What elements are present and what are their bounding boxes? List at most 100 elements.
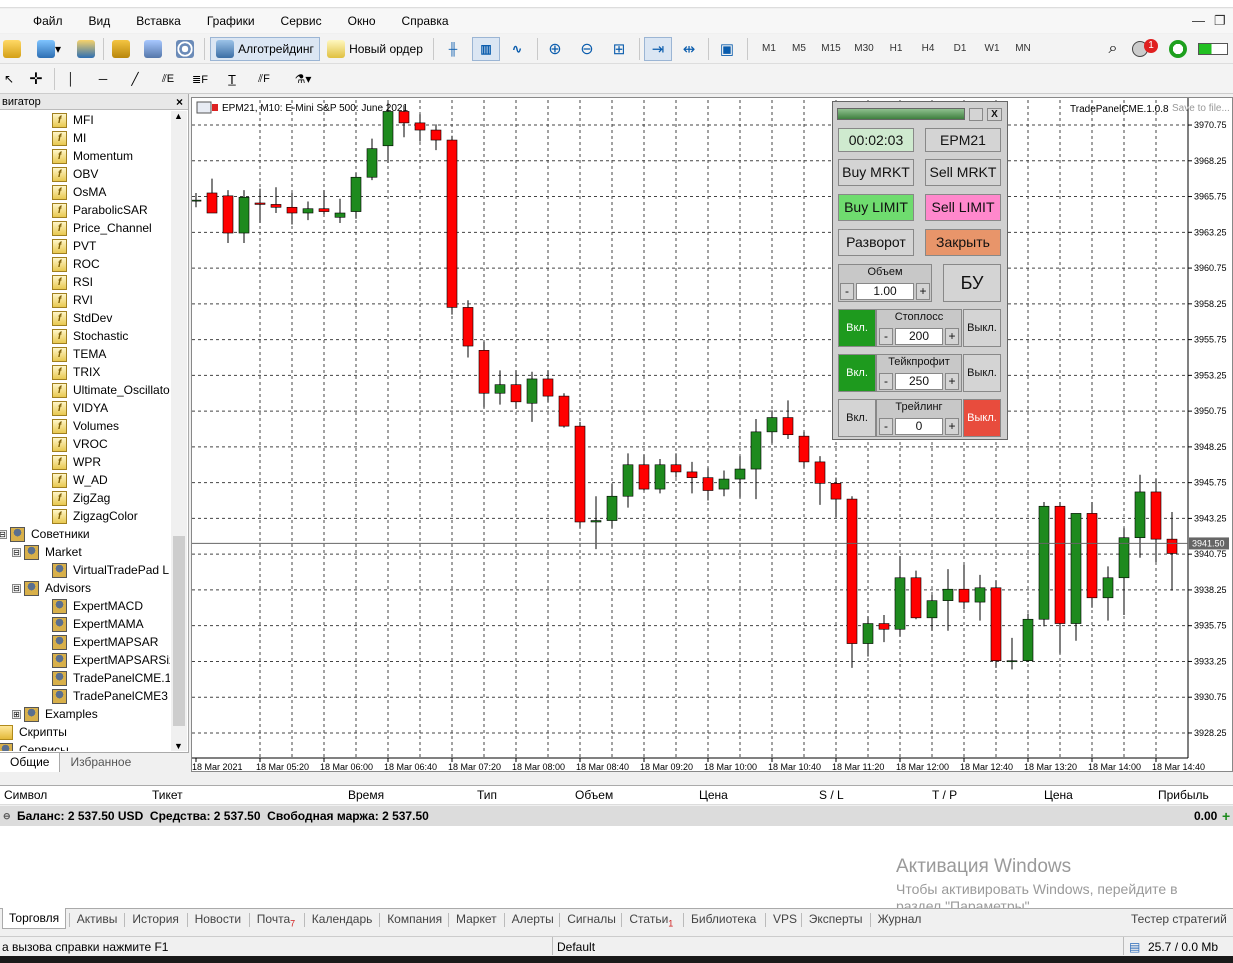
candle-body[interactable] [382,111,394,147]
navigator-indicator-item[interactable]: f Stochastic [52,327,128,345]
tab-0[interactable]: Торговля [2,908,67,929]
col-symbol[interactable]: Символ [4,788,47,802]
fibonacci-icon[interactable]: ≣F [188,67,212,91]
takeprofit-on-button[interactable]: Вкл. [838,354,876,392]
timeframe-h1[interactable]: H1 [883,40,909,58]
candle-body[interactable] [366,148,378,178]
tab-8[interactable]: Алерты [512,912,554,926]
menu-file[interactable]: Файл [20,9,76,33]
navigator-indicator-item[interactable]: f Momentum [52,147,133,165]
navigator-indicator-item[interactable]: f MFI [52,111,94,129]
volume-plus-button[interactable]: + [916,283,930,300]
candle-body[interactable] [750,431,762,470]
menu-help[interactable]: Справка [389,9,462,33]
templates-icon[interactable]: ▣ [714,37,740,61]
scrollbar-thumb[interactable] [173,536,185,726]
candle-body[interactable] [734,468,746,480]
navigator-examples-folder[interactable]: ⊞ Examples [12,705,98,723]
stoploss-plus-button[interactable]: + [945,328,959,345]
candle-body[interactable] [526,378,538,404]
timeframe-m1[interactable]: M1 [756,40,782,58]
candle-body[interactable] [478,350,490,394]
candle-body[interactable] [510,384,522,403]
trailing-on-button[interactable]: Вкл. [838,399,876,437]
breakeven-button[interactable]: БУ [943,264,1001,302]
expand-icon[interactable]: ⊖ [3,806,11,826]
candle-body[interactable] [1134,491,1146,539]
col-type[interactable]: Тип [477,788,497,802]
chart-shift-icon[interactable]: ⇹ [676,37,702,61]
timeframe-h4[interactable]: H4 [915,40,941,58]
market-watch-icon[interactable] [74,37,98,61]
navigator-advisor-item[interactable]: ExpertMAMA [52,615,144,633]
panel-close-button[interactable]: X [987,108,1002,121]
candle-body[interactable] [894,577,906,630]
tab-7[interactable]: Маркет [456,912,497,926]
menu-tools[interactable]: Сервис [268,9,335,33]
takeprofit-off-button[interactable]: Выкл. [963,354,1001,392]
add-icon[interactable]: + [1222,806,1230,826]
signals-icon[interactable] [172,37,198,61]
bar-chart-icon[interactable]: ╫ [440,37,466,61]
navigator-indicator-item[interactable]: f OBV [52,165,98,183]
candle-body[interactable] [574,425,586,523]
tab-3[interactable]: Новости [195,912,241,926]
candle-body[interactable] [798,435,810,463]
expander-icon[interactable]: ⊟ [0,529,7,539]
navigator-advisor-item[interactable]: TradePanelCME3 [52,687,168,705]
navigator-icon[interactable] [108,37,134,61]
shapes-dropdown-icon[interactable]: ⚗▾ [284,67,322,91]
navigator-indicator-item[interactable]: f WPR [52,453,101,471]
expander-icon[interactable]: ⊞ [12,709,21,719]
candle-body[interactable] [702,477,714,491]
panel-symbol-button[interactable]: EPM21 [925,128,1001,152]
navigator-indicator-item[interactable]: f Price_Channel [52,219,152,237]
candle-body[interactable] [590,520,602,523]
col-profit[interactable]: Прибыль [1158,788,1209,802]
candle-body[interactable] [1102,577,1114,599]
candle-body[interactable] [846,498,858,644]
col-time[interactable]: Время [348,788,384,802]
candle-body[interactable] [830,483,842,500]
trailing-input[interactable]: 0 [895,418,943,435]
trailing-off-button[interactable]: Выкл. [963,399,1001,437]
tab-strategy-tester[interactable]: Тестер стратегий [1131,912,1227,926]
candle-body[interactable] [958,588,970,603]
channels-icon[interactable]: ⫽F [252,67,276,91]
candle-body[interactable] [862,623,874,644]
candle-body[interactable] [718,478,730,490]
trailing-minus-button[interactable]: - [879,418,893,435]
candle-body[interactable] [206,192,218,214]
navigator-indicator-item[interactable]: f ParabolicSAR [52,201,148,219]
tab-6[interactable]: Компания [387,912,442,926]
algo-trading-button[interactable]: Алготрейдинг [210,37,320,61]
stoploss-on-button[interactable]: Вкл. [838,309,876,347]
profiles-icon[interactable]: ▾ [32,37,66,61]
candle-body[interactable] [286,206,298,214]
col-sl[interactable]: S / L [819,788,844,802]
close-icon[interactable]: × [176,94,183,110]
candle-body[interactable] [1022,618,1034,662]
menu-charts[interactable]: Графики [194,9,268,33]
terminal-icon[interactable] [140,37,166,61]
candle-body[interactable] [254,202,266,205]
chart-window[interactable]: 3970.75 3968.25 3965.75 3963.25 3960.75 3958.… [191,97,1233,772]
close-position-button[interactable]: Закрыть [925,229,1001,256]
col-volume[interactable]: Объем [575,788,613,802]
tab-10[interactable]: Статьи1 [629,912,673,928]
crosshair-icon[interactable]: ✛ [24,67,48,91]
candle-body[interactable] [878,623,890,630]
navigator-indicator-item[interactable]: f OsMA [52,183,106,201]
tab-2[interactable]: История [132,912,179,926]
candle-body[interactable] [192,199,202,202]
timeframe-w1[interactable]: W1 [979,40,1005,58]
candle-body[interactable] [766,417,778,433]
tab-general[interactable]: Общие [0,753,61,772]
buy-market-button[interactable]: Buy MRKT [838,159,914,186]
candle-body[interactable] [1150,491,1162,540]
tab-1[interactable]: Активы [77,912,118,926]
candle-body[interactable] [350,176,362,212]
col-price[interactable]: Цена [699,788,728,802]
timeframe-m5[interactable]: M5 [786,40,812,58]
candle-body[interactable] [670,464,682,473]
